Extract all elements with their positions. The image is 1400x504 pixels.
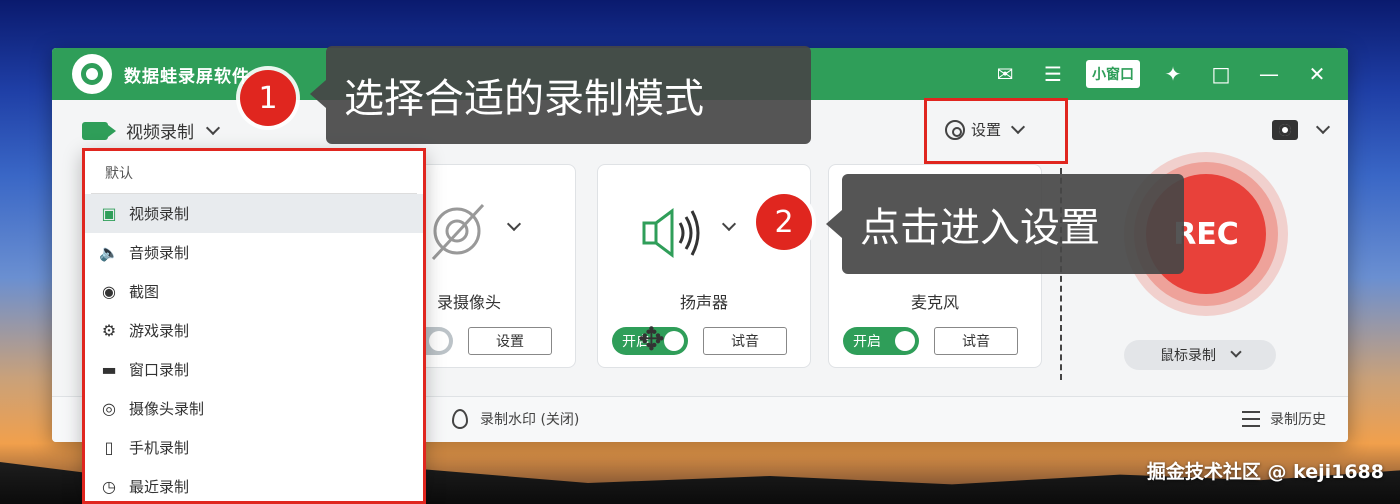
minimize-icon[interactable]: — [1254,59,1284,89]
dropdown-item-label: 窗口录制 [129,361,190,379]
step-1-callout: 选择合适的录制模式 [310,46,811,144]
mode-select[interactable]: 视频录制 [82,118,221,143]
screenshot-button[interactable] [1272,119,1331,140]
webcam-off-icon [431,203,485,261]
dropdown-item-window[interactable]: ▬ 窗口录制 [85,350,423,389]
microphone-test-button[interactable]: 试音 [934,327,1018,355]
settings-label: 设置 [971,121,1002,139]
chevron-down-icon[interactable] [506,216,522,232]
chevron-down-icon[interactable] [721,216,737,232]
title-bar-controls: ✉ ☰ 小窗口 ✦ □ — ✕ [990,48,1332,100]
mouse-record-select[interactable]: 鼠标录制 [1124,340,1276,370]
speaker-label: 扬声器 [679,293,728,312]
dropdown-item-label: 手机录制 [129,439,190,457]
restore-icon[interactable]: □ [1206,59,1236,89]
camera-icon [1272,120,1298,140]
gamepad-icon: ⚙ [101,321,117,340]
dropdown-item-label: 最近录制 [129,478,190,496]
dropdown-item-label: 游戏录制 [129,322,190,340]
dropdown-item-phone[interactable]: ▯ 手机录制 [85,428,423,467]
move-cursor-icon: ✥ [638,320,665,358]
drop-icon [452,409,468,429]
dropdown-item-game[interactable]: ⚙ 游戏录制 [85,311,423,350]
list-icon [1242,411,1260,427]
video-icon: ▣ [101,204,117,223]
settings-highlight: 设置 [924,98,1068,164]
dropdown-item-label: 截图 [129,283,160,301]
video-icon [82,121,116,140]
history-label: 录制历史 [1270,412,1326,428]
step-1-text: 选择合适的录制模式 [344,76,704,122]
speaker-icon [642,208,700,258]
webcam-settings-button[interactable]: 设置 [468,327,552,355]
mouse-record-label: 鼠标录制 [1160,348,1216,364]
chevron-down-icon [205,120,221,135]
dropdown-item-audio[interactable]: 🔈 音频录制 [85,233,423,272]
step-2-callout: 点击进入设置 [826,174,1184,274]
pin-icon[interactable]: ✦ [1158,59,1188,89]
camera-icon: ◉ [102,282,116,301]
microphone-toggle-label: 开启 [853,334,881,350]
dropdown-default-header: 默认 [91,151,417,194]
speaker-icon: 🔈 [99,243,119,262]
microphone-toggle[interactable]: 开启 [843,327,919,355]
phone-icon: ▯ [104,438,114,457]
app-logo-icon [72,54,112,94]
history-button[interactable]: 录制历史 [1242,409,1326,429]
clock-icon: ◷ [102,477,116,496]
dropdown-item-label: 音频录制 [129,244,190,262]
mode-dropdown: 默认 ▣ 视频录制 🔈 音频录制 ◉ 截图 ⚙ 游戏录制 ▬ 窗口录制 ◎ 摄像… [82,148,426,504]
watermark-label: 录制水印 (关闭) [480,412,580,428]
mode-select-label: 视频录制 [126,123,194,143]
dropdown-item-label: 摄像头录制 [129,400,205,418]
step-2-badge: 2 [756,194,812,250]
webcam-icon: ◎ [102,399,116,418]
chevron-down-icon [1010,119,1026,134]
chevron-down-icon [1315,119,1331,135]
settings-button[interactable]: 设置 [945,119,1026,140]
feedback-icon[interactable]: ✉ [990,59,1020,89]
watermark-toggle[interactable]: 录制水印 (关闭) [452,409,579,429]
dropdown-item-label: 视频录制 [129,205,190,223]
menu-icon[interactable]: ☰ [1038,59,1068,89]
close-icon[interactable]: ✕ [1302,59,1332,89]
microphone-label: 麦克风 [910,293,959,312]
speaker-test-button[interactable]: 试音 [703,327,787,355]
gear-icon [945,119,965,140]
source-credit: 掘金技术社区 @ keji1688 [1146,461,1384,483]
step-2-text: 点击进入设置 [860,205,1100,251]
dropdown-item-recent[interactable]: ◷ 最近录制 [85,467,423,501]
app-title: 数据蛙录屏软件 [124,66,250,87]
mini-window-button[interactable]: 小窗口 [1086,60,1140,88]
step-1-badge: 1 [240,70,296,126]
dropdown-item-video[interactable]: ▣ 视频录制 [85,194,423,233]
chevron-down-icon [1230,346,1242,358]
dropdown-item-screenshot[interactable]: ◉ 截图 [85,272,423,311]
dropdown-item-webcam[interactable]: ◎ 摄像头录制 [85,389,423,428]
window-icon: ▬ [101,360,117,379]
